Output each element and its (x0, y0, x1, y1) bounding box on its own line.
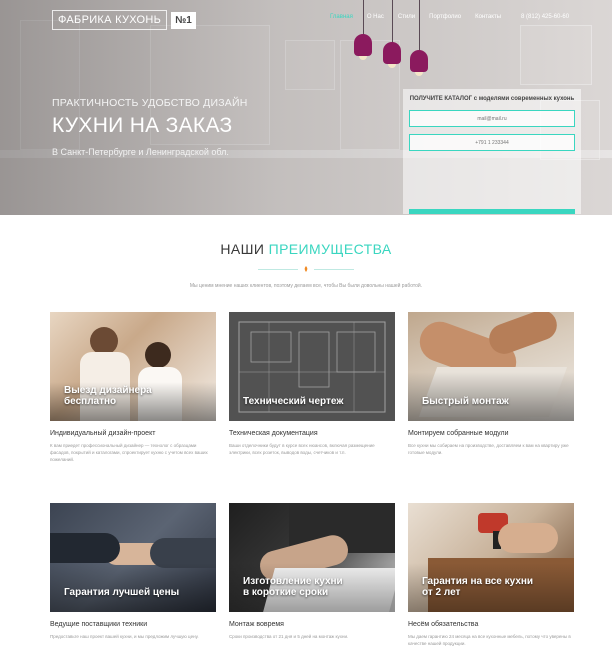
section-title-plain: НАШИ (220, 241, 265, 257)
nav-item-home[interactable]: Главная (330, 14, 353, 20)
section-description: Мы ценим мнение наших клиентов, поэтому … (189, 283, 423, 289)
card-image-worker: Гарантия на все кухни от 2 лет (408, 503, 574, 612)
advantage-card[interactable]: Технический чертеж Техническая документа… (229, 312, 395, 456)
pendant-lamp-icon (383, 0, 401, 68)
card-overlay-label: Гарантия лучшей цены (64, 587, 180, 598)
hero-banner: ФАБРИКА КУХОНЬ №1 Главная О Нас Стили По… (0, 0, 612, 215)
phone-field[interactable] (409, 134, 575, 151)
card-text: Сроки производства от 21 дня и 5 дней на… (229, 634, 349, 639)
email-field[interactable] (409, 110, 575, 127)
advantage-card[interactable]: Гарантия лучшей цены Ведущие поставщики … (50, 503, 216, 640)
site-logo[interactable]: ФАБРИКА КУХОНЬ №1 (52, 9, 196, 31)
main-nav: Главная О Нас Стили Портфолио Контакты 8… (330, 14, 569, 20)
card-text: Предоставьте наш проект вашей кухни, и м… (50, 634, 199, 639)
phone-input[interactable] (410, 135, 574, 150)
advantage-card[interactable]: Выезд дизайнера бесплатно Индивидуальный … (50, 312, 216, 463)
section-title-accent: ПРЕИМУЩЕСТВА (268, 241, 392, 257)
header-phone[interactable]: 8 (812) 425-60-60 (521, 14, 569, 20)
nav-item-portfolio[interactable]: Портфолио (429, 14, 461, 20)
card-title: Техническая документация (229, 430, 318, 437)
card-image-assembly: Быстрый монтаж (408, 312, 574, 421)
card-image-handshake: Гарантия лучшей цены (50, 503, 216, 612)
nav-item-contacts[interactable]: Контакты (475, 14, 501, 20)
section-title: НАШИ ПРЕИМУЩЕСТВА (0, 241, 612, 257)
card-text: Мы даем гарантию 24 месяца на все кухонн… (408, 634, 571, 646)
card-text: К вам приедет профессиональный дизайнер … (50, 443, 208, 462)
flame-icon (304, 266, 308, 272)
section-divider (258, 266, 354, 272)
card-title: Ведущие поставщики техники (50, 621, 148, 628)
logo-text: ФАБРИКА КУХОНЬ (52, 10, 168, 30)
card-title: Монтируем собранные модули (408, 430, 509, 437)
advantage-card[interactable]: Гарантия на все кухни от 2 лет Несём обяз… (408, 503, 574, 647)
advantage-card[interactable]: Изготовление кухни в короткие сроки Монта… (229, 503, 395, 640)
card-title: Индивидуальный дизайн-проект (50, 430, 156, 437)
hero-city: В Санкт-Петербурге и Ленинградской обл. (52, 147, 229, 157)
catalog-form: ПОЛУЧИТЕ КАТАЛОГ с моделями современных … (403, 89, 581, 214)
card-image-designers: Выезд дизайнера бесплатно (50, 312, 216, 421)
hero-subtitle: ПРАКТИЧНОСТЬ УДОБСТВО ДИЗАЙН (52, 97, 248, 109)
advantage-card[interactable]: Быстрый монтаж Монтируем собранные модул… (408, 312, 574, 456)
card-text: Ваши отделочники будут в курсе всех нюан… (229, 443, 375, 455)
card-overlay-label: Гарантия на все кухни от 2 лет (422, 576, 534, 598)
pendant-lamp-icon (410, 0, 428, 76)
card-text: Все кухни мы собираем на производстве, д… (408, 443, 569, 455)
card-title: Несём обязательства (408, 621, 479, 628)
card-overlay-label: Быстрый монтаж (422, 396, 509, 407)
hero-title: КУХНИ НА ЗАКАЗ (52, 114, 233, 137)
nav-item-styles[interactable]: Стили (398, 14, 415, 20)
card-overlay-label: Технический чертеж (243, 396, 344, 407)
nav-item-about[interactable]: О Нас (367, 14, 384, 20)
card-overlay-label: Выезд дизайнера бесплатно (64, 385, 152, 407)
submit-button[interactable] (409, 209, 575, 214)
pendant-lamp-icon (354, 0, 372, 60)
card-image-drawing: Технический чертеж (229, 312, 395, 421)
email-input[interactable] (410, 111, 574, 126)
form-title: ПОЛУЧИТЕ КАТАЛОГ с моделями современных … (409, 96, 575, 102)
card-title: Монтаж вовремя (229, 621, 284, 628)
logo-number: №1 (171, 11, 196, 29)
card-overlay-label: Изготовление кухни в короткие сроки (243, 576, 343, 598)
card-image-signing: Изготовление кухни в короткие сроки (229, 503, 395, 612)
